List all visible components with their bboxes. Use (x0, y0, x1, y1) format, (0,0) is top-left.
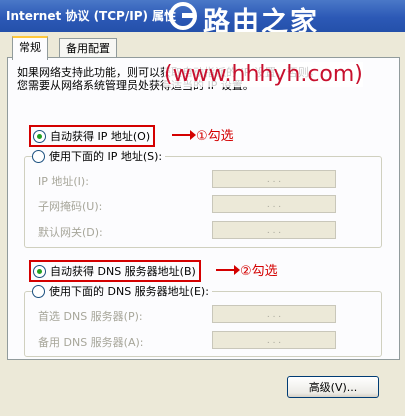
manual-dns-radio-option[interactable]: 使用下面的 DNS 服务器地址(E): (32, 283, 212, 299)
auto-ip-radio[interactable] (33, 129, 46, 143)
manual-dns-label: 使用下面的 DNS 服务器地址(E): (49, 285, 209, 298)
annotation-step-2-text: ②勾选 (240, 264, 278, 279)
manual-ip-radio[interactable] (32, 149, 45, 163)
default-gateway-input[interactable]: . . . (212, 221, 336, 239)
arrow-right-icon (172, 129, 196, 140)
manual-ip-radio-option[interactable]: 使用下面的 IP 地址(S): (32, 148, 166, 164)
manual-ip-label: 使用下面的 IP 地址(S): (49, 150, 163, 163)
ip-address-label: IP 地址(I): (38, 175, 89, 188)
alternate-dns-input[interactable]: . . . (212, 331, 336, 349)
manual-dns-radio[interactable] (32, 284, 45, 298)
alternate-dns-label: 备用 DNS 服务器(A): (38, 336, 144, 349)
auto-ip-label: 自动获得 IP 地址(O) (50, 130, 151, 143)
default-gateway-label: 默认网关(D): (38, 226, 103, 239)
advanced-button[interactable]: 高级(V)... (287, 376, 379, 398)
window-title: Internet 协议 (TCP/IP) 属性 (6, 9, 177, 23)
preferred-dns-input[interactable]: . . . (212, 305, 336, 323)
subnet-mask-label: 子网掩码(U): (38, 200, 103, 213)
auto-dns-radio-option[interactable]: 自动获得 DNS 服务器地址(B) (29, 260, 201, 282)
arrow-right-icon (216, 264, 240, 275)
ip-address-input[interactable]: . . . (212, 170, 336, 188)
annotation-step-2: ②勾选 (216, 260, 278, 279)
auto-dns-radio[interactable] (33, 264, 46, 278)
tab-general[interactable]: 常规 (12, 36, 48, 60)
auto-ip-radio-option[interactable]: 自动获得 IP 地址(O) (29, 125, 156, 147)
annotation-step-1-text: ①勾选 (196, 129, 234, 144)
annotation-step-1: ①勾选 (172, 125, 234, 144)
watermark-url: (www.hhhyh.com) (164, 62, 363, 87)
preferred-dns-label: 首选 DNS 服务器(P): (38, 310, 143, 323)
subnet-mask-input[interactable]: . . . (212, 195, 336, 213)
auto-dns-label: 自动获得 DNS 服务器地址(B) (50, 265, 196, 278)
router-logo-icon (169, 2, 197, 30)
tab-alternate-configuration[interactable]: 备用配置 (59, 38, 117, 59)
